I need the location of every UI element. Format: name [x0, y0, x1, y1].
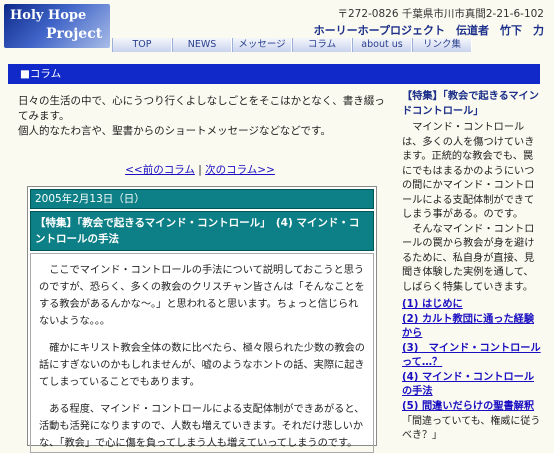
logo-line2: Project: [46, 26, 103, 42]
nav-top[interactable]: TOP: [112, 38, 172, 52]
feature-body: マインド・コントロールは、多くの人を傷つけていきます。正統的な教会でも、罠にでも…: [402, 121, 542, 295]
post-paragraph: ある程度、マインド・コントロールによる支配体制ができあがると、活動も活発になりま…: [39, 404, 365, 449]
post-title: 【特集】「教会で起きるマインド・コントロール」 (4) マインド・コントロールの…: [30, 211, 374, 251]
pager-separator: |: [194, 164, 206, 176]
nav-message[interactable]: メッセージ: [232, 38, 292, 52]
toc-link[interactable]: (5) 間違いだらけの聖書解釈: [402, 400, 542, 414]
feature-paragraph: そんなマインド・コントロールの罠から教会が身を避けるために、私自身が直接、見聞き…: [402, 223, 535, 293]
intro-line1: 日々の生活の中で、心にうつり行くよしなしごとをそこはかとなく、書き綴ってみます。: [18, 95, 385, 122]
intro: 日々の生活の中で、心にうつり行くよしなしごとをそこはかとなく、書き綴ってみます。…: [18, 94, 388, 139]
org-name: ホーリーホープロジェクト 伝道者 竹下 力: [313, 24, 544, 37]
feature-paragraph: マインド・コントロールは、多くの人を傷つけていきます。正統的な教会でも、罠にでも…: [402, 122, 535, 220]
site-header: Holy Hope Project 〒272-0826 千葉県市川市真間2-21…: [0, 0, 554, 58]
toc-link[interactable]: (4) マインド・コントロールの手法: [402, 371, 542, 399]
site-logo[interactable]: Holy Hope Project: [4, 4, 110, 48]
main-nav: TOP NEWS メッセージ コラム about us リンク集: [112, 38, 472, 52]
toc-link[interactable]: (1) はじめに: [402, 298, 542, 312]
post-body: ここでマインド・コントロールの手法について説明しておこうと思うのですが、恐らく、…: [30, 253, 374, 453]
toc-link[interactable]: (2) カルト教団に通った経験から: [402, 313, 542, 341]
post-paragraph: 確かにキリスト教会全体の数に比べたら、極々限られた少数の教会の話にすぎないのかも…: [39, 343, 365, 388]
feature-toc: (1) はじめに (2) カルト教団に通った経験から (3) マインド・コントロ…: [402, 298, 542, 443]
column-post: 2005年2月13日（日） 【特集】「教会で起きるマインド・コントロール」 (4…: [27, 186, 377, 453]
toc-link[interactable]: (3) マインド・コントロールって…？: [402, 342, 542, 370]
toc-subtitle: 「間違っていても、権威に従うべき？」: [402, 416, 541, 441]
pager: <<前のコラム | 次のコラム>>: [0, 162, 400, 177]
logo-line1: Holy Hope: [10, 8, 87, 23]
nav-column[interactable]: コラム: [292, 38, 352, 52]
address: 〒272-0826 千葉県市川市真間2-21-6-102: [337, 8, 544, 20]
intro-line2: 個人的なたわ言や、聖書からのショートメッセージなどなどです。: [18, 125, 332, 137]
nav-news[interactable]: NEWS: [172, 38, 232, 52]
prev-column-link[interactable]: <<前のコラム: [125, 164, 195, 176]
nav-links[interactable]: リンク集: [412, 38, 472, 52]
post-date: 2005年2月13日（日）: [30, 189, 374, 209]
feature-title: 【特集】「教会で起きるマインドコントロール」: [402, 91, 539, 117]
sidebar-feature: 【特集】「教会で起きるマインドコントロール」 マインド・コントロールは、多くの人…: [402, 90, 542, 295]
section-bar: ■コラム: [8, 64, 540, 84]
post-paragraph: ここでマインド・コントロールの手法について説明しておこうと思うのですが、恐らく、…: [39, 265, 365, 327]
next-column-link[interactable]: 次のコラム>>: [205, 164, 275, 176]
nav-about[interactable]: about us: [352, 38, 412, 52]
